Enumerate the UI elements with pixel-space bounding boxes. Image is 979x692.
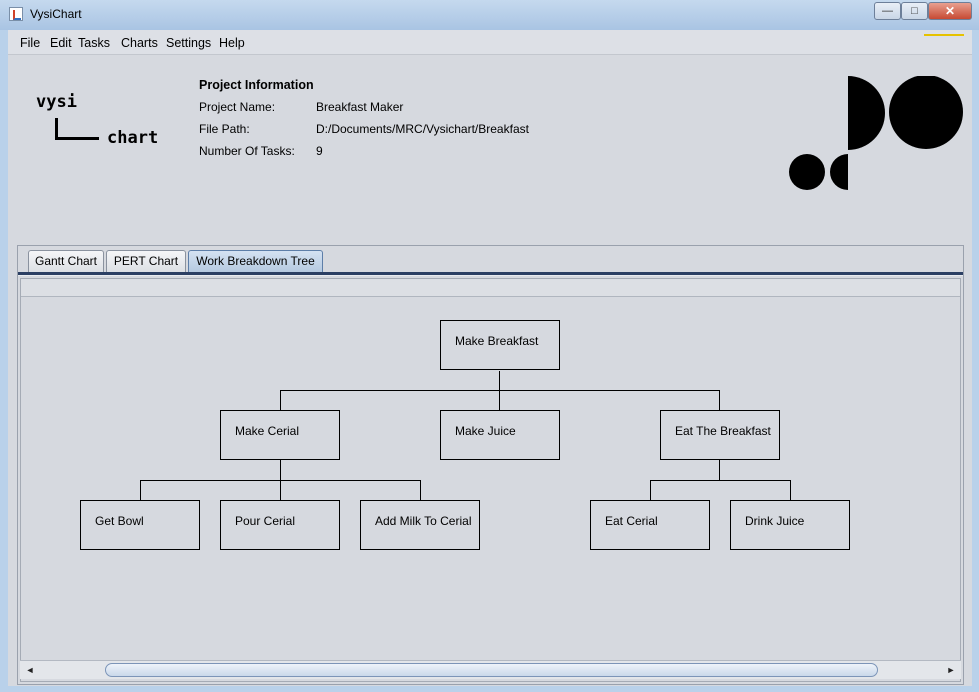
tree-connector <box>280 390 281 410</box>
task-count-label: Number Of Tasks: <box>199 144 295 158</box>
project-info-heading: Project Information <box>199 78 314 92</box>
file-path-value: D:/Documents/MRC/Vysichart/Breakfast <box>316 122 529 136</box>
brand-graphic <box>789 76 963 190</box>
tree-connector <box>790 480 791 500</box>
minimize-button[interactable]: — <box>874 2 901 20</box>
logo-text-vysi: vysi <box>36 92 77 112</box>
tab-work-breakdown-tree[interactable]: Work Breakdown Tree <box>188 250 323 272</box>
menu-help[interactable]: Help <box>219 36 245 50</box>
tab-underline-highlight <box>18 275 963 276</box>
tree-connector <box>719 390 720 410</box>
tab-pert-chart[interactable]: PERT Chart <box>106 250 186 272</box>
window-title: VysiChart <box>30 7 82 21</box>
tree-connector <box>650 480 791 481</box>
menu-bar: File Edit Tasks Charts Settings Help <box>8 30 972 55</box>
tree-connector <box>280 460 281 480</box>
tree-node[interactable]: Pour Cerial <box>220 500 340 550</box>
menu-edit[interactable]: Edit <box>50 36 72 50</box>
window-border-right <box>972 30 979 692</box>
scroll-right-arrow-icon[interactable]: ► <box>943 662 959 678</box>
menu-file[interactable]: File <box>20 36 40 50</box>
project-name-value: Breakfast Maker <box>316 100 404 114</box>
project-name-label: Project Name: <box>199 100 276 114</box>
tree-connector <box>280 390 720 391</box>
tree-node[interactable]: Get Bowl <box>80 500 200 550</box>
tree-connector <box>140 480 141 500</box>
tree-node[interactable]: Make Juice <box>440 410 560 460</box>
tree-node[interactable]: Add Milk To Cerial <box>360 500 480 550</box>
logo-connector-line <box>55 118 99 140</box>
tree-connector <box>719 460 720 480</box>
tree-node-root[interactable]: Make Breakfast <box>440 320 560 370</box>
scrollbar-thumb[interactable] <box>105 663 878 677</box>
window-border-left <box>0 30 8 692</box>
horizontal-scrollbar[interactable]: ◄ ► <box>20 660 961 679</box>
corner-mark <box>924 30 964 36</box>
close-button[interactable]: ✕ <box>928 2 972 20</box>
tree-node[interactable]: Drink Juice <box>730 500 850 550</box>
title-bar: VysiChart — □ ✕ <box>0 0 979 30</box>
tree-connector <box>420 480 421 500</box>
tree-node[interactable]: Eat The Breakfast <box>660 410 780 460</box>
menu-settings[interactable]: Settings <box>166 36 211 50</box>
menu-charts[interactable]: Charts <box>121 36 158 50</box>
tree-node[interactable]: Make Cerial <box>220 410 340 460</box>
panel-header-strip <box>21 279 960 297</box>
java-app-icon <box>9 7 23 21</box>
tree-connector <box>499 371 500 391</box>
window-border-bottom <box>0 686 979 692</box>
tab-gantt-chart[interactable]: Gantt Chart <box>28 250 104 272</box>
scroll-left-arrow-icon[interactable]: ◄ <box>22 662 38 678</box>
window-client-area: File Edit Tasks Charts Settings Help vys… <box>8 30 972 686</box>
maximize-button[interactable]: □ <box>901 2 928 20</box>
menu-tasks[interactable]: Tasks <box>78 36 110 50</box>
tree-node[interactable]: Eat Cerial <box>590 500 710 550</box>
tree-connector <box>499 390 500 410</box>
logo-text-chart: chart <box>107 128 159 148</box>
file-path-label: File Path: <box>199 122 250 136</box>
tree-connector <box>650 480 651 500</box>
tree-connector <box>280 480 281 500</box>
task-count-value: 9 <box>316 144 323 158</box>
